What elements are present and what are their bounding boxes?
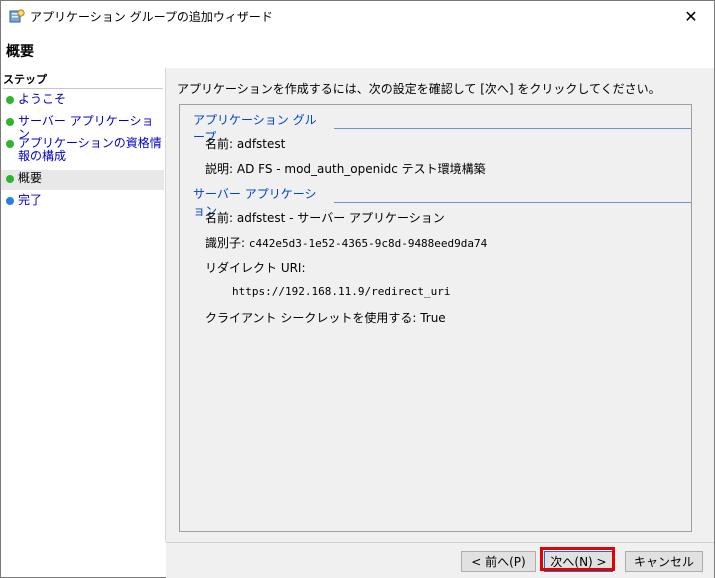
summary-panel: アプリケーション グループ 名前: adfstest 説明: AD FS - m… [179,104,692,532]
button-bar: < 前へ(P) 次へ(N) > キャンセル [166,542,714,578]
server-app-identifier: 識別子: c442e5d3-1e52-4365-9c8d-9488eed9da7… [205,234,487,251]
sidebar-item-server-application[interactable]: サーバー アプリケーション [1,114,164,141]
status-complete-icon [6,140,14,148]
app-group-description: 説明: AD FS - mod_auth_openidc テスト環境構築 [205,162,486,176]
status-pending-icon [6,197,14,205]
sidebar-item-welcome[interactable]: ようこそ [1,92,164,110]
page-header: 概要 [1,31,714,67]
identifier-label: 識別子: [205,236,246,250]
server-wizard-icon [9,8,25,24]
status-complete-icon [6,118,14,126]
next-button-highlight [540,547,615,571]
close-button[interactable]: ✕ [668,1,714,31]
redirect-uri-value: https://192.168.11.9/redirect_uri [232,285,451,298]
instruction-text: アプリケーションを作成するには、次の設定を確認して [次へ] をクリックしてくだ… [177,82,661,96]
client-secret-setting: クライアント シークレットを使用する: True [205,311,446,325]
status-complete-icon [6,96,14,104]
steps-sidebar: ステップ ようこそ サーバー アプリケーション アプリケーションの資格情報の構成… [1,68,166,542]
sidebar-item-summary[interactable]: 概要 [1,170,164,190]
close-icon: ✕ [684,6,698,26]
sidebar-item-label: 完了 [18,193,43,207]
sidebar-item-label: アプリケーションの資格情報の構成 [18,136,162,163]
title-bar: アプリケーション グループの追加ウィザード ✕ [1,1,714,31]
page-title: 概要 [6,44,34,60]
sidebar-item-complete[interactable]: 完了 [1,193,164,211]
steps-heading: ステップ [3,71,163,89]
redirect-uri-label: リダイレクト URI: [205,261,306,275]
back-button[interactable]: < 前へ(P) [461,551,536,572]
identifier-value: c442e5d3-1e52-4365-9c8d-9488eed9da74 [248,237,488,250]
section-divider [334,201,691,203]
sidebar-item-credentials[interactable]: アプリケーションの資格情報の構成 [1,136,164,168]
main-content: アプリケーションを作成するには、次の設定を確認して [次へ] をクリックしてくだ… [166,68,714,542]
app-group-name: 名前: adfstest [205,137,286,151]
status-complete-icon [6,175,14,183]
server-app-name: 名前: adfstest - サーバー アプリケーション [205,211,445,225]
sidebar-item-label: 概要 [18,171,43,185]
wizard-window: アプリケーション グループの追加ウィザード ✕ 概要 ステップ ようこそ サーバ… [0,0,715,578]
cancel-button[interactable]: キャンセル [625,551,703,572]
window-title: アプリケーション グループの追加ウィザード [30,10,273,24]
section-divider [333,127,691,129]
sidebar-item-label: ようこそ [18,92,67,106]
